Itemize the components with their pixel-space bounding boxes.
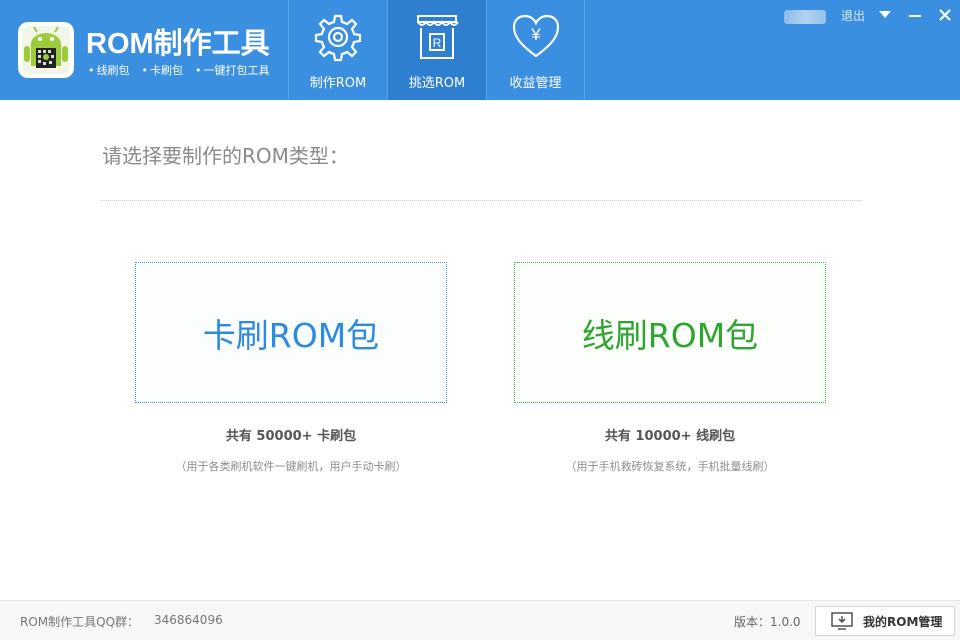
tab-select-rom-label: 挑选ROM (408, 76, 466, 91)
close-icon (939, 9, 951, 21)
app-features: 线刷包 卡刷包 一键打包工具 (88, 62, 270, 78)
gear-icon (314, 14, 362, 62)
close-button[interactable] (934, 4, 956, 26)
card-sd-rom-button[interactable]: 卡刷ROM包 (135, 262, 447, 403)
svg-text:¥: ¥ (530, 25, 541, 44)
card-wire-rom-description: （用于手机救砖恢复系统，手机批量线刷） (565, 460, 775, 473)
my-rom-management-button[interactable]: 我的ROM管理 (815, 606, 955, 636)
app-title: ROM制作工具 (86, 28, 270, 60)
footer-bar: ROM制作工具QQ群： 346864096 版本：1.0.0 我的ROM管理 (0, 600, 960, 640)
tab-make-rom-label: 制作ROM (309, 76, 367, 91)
tab-revenue-label: 收益管理 (509, 76, 562, 91)
tab-select-rom[interactable]: R 挑选ROM (387, 0, 486, 100)
feature-wire-flash: 线刷包 (88, 62, 130, 78)
header-bar: ROM制作工具 线刷包 卡刷包 一键打包工具 制作ROM (0, 0, 960, 100)
qq-group-label: ROM制作工具QQ群： (20, 615, 140, 629)
logout-link[interactable]: 退出 (841, 7, 865, 24)
tab-make-rom[interactable]: 制作ROM (288, 0, 387, 100)
qq-group-number: 346864096 (154, 613, 223, 627)
monitor-download-icon (831, 612, 853, 630)
card-sd-rom-description: （用于各类刷机软件一键刷机，用户手动卡刷） (175, 460, 407, 473)
store-icon: R (417, 15, 459, 59)
minimize-button[interactable] (904, 4, 926, 26)
feature-card-flash: 卡刷包 (142, 62, 183, 78)
divider (101, 200, 861, 201)
card-sd-rom-count: 共有 50000+ 卡刷包 (225, 429, 357, 444)
main-nav: 制作ROM R 挑选ROM ¥ 收益管理 (288, 0, 585, 100)
card-wire-rom-button[interactable]: 线刷ROM包 (514, 262, 826, 403)
heart-yen-icon: ¥ (512, 14, 559, 58)
page-prompt: 请选择要制作的ROM类型： (102, 144, 349, 168)
menu-dropdown-button[interactable] (874, 4, 896, 26)
triangle-down-icon (879, 11, 891, 18)
android-app-logo-icon (18, 22, 74, 78)
card-wire-rom-count: 共有 10000+ 线刷包 (604, 429, 736, 444)
username-blurred (784, 10, 826, 24)
version-label: 版本：1.0.0 (734, 615, 801, 629)
minimize-icon (909, 15, 921, 17)
tab-revenue[interactable]: ¥ 收益管理 (486, 0, 585, 100)
feature-one-click-pack: 一键打包工具 (195, 62, 270, 78)
svg-text:R: R (433, 36, 442, 50)
my-rom-management-label: 我的ROM管理 (863, 614, 943, 629)
